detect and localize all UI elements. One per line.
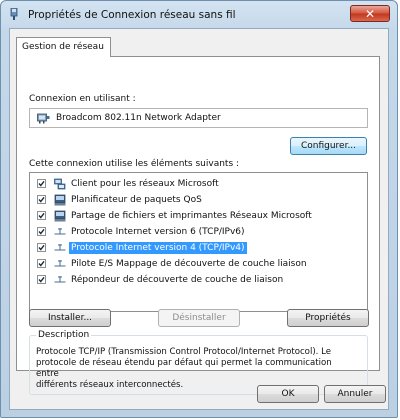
item-label: Protocole Internet version 6 (TCP/IPv6) (71, 227, 245, 237)
network-adapter-icon (8, 7, 20, 21)
item-label: Pilote E/S Mappage de découverte de couc… (71, 259, 307, 269)
components-list[interactable]: Client pour les réseaux Microsoft Planifi… (29, 172, 368, 312)
connect-using-label: Connexion en utilisant : (29, 94, 136, 104)
close-button[interactable]: ✕ (350, 5, 390, 22)
properties-button-label: Propriétés (305, 313, 351, 323)
list-item[interactable]: Planificateur de paquets QoS (31, 193, 366, 208)
network-adapter-icon (37, 112, 50, 124)
description-line: Protocole TCP/IP (Transmission Control P… (36, 347, 332, 357)
window-title: Propriétés de Connexion réseau sans fil (28, 9, 236, 21)
tab-panel: Connexion en utilisant : Broadcom 802.11… (16, 56, 380, 395)
adapter-display: Broadcom 802.11n Network Adapter (29, 108, 368, 128)
item-label: Partage de fichiers et imprimantes Résea… (71, 211, 312, 221)
close-icon: ✕ (364, 7, 376, 21)
properties-dialog: Propriétés de Connexion réseau sans fil … (0, 0, 398, 418)
dialog-client-area: Gestion de réseau Connexion en utilisant… (9, 28, 389, 410)
properties-button[interactable]: Propriétés (287, 309, 369, 327)
network-client-icon (54, 178, 66, 190)
cancel-button-label: Annuler (337, 389, 373, 399)
ok-button-label: OK (281, 389, 295, 399)
tab-gestion-de-reseau[interactable]: Gestion de réseau (16, 37, 111, 57)
item-label: Planificateur de paquets QoS (71, 195, 202, 205)
service-icon (54, 210, 66, 222)
item-checkbox[interactable] (37, 227, 46, 236)
list-item[interactable]: Protocole Internet version 4 (TCP/IPv4) (31, 241, 366, 256)
protocol-icon (54, 242, 66, 254)
list-item[interactable]: Répondeur de découverte de couche de lia… (31, 273, 366, 288)
list-item[interactable]: Protocole Internet version 6 (TCP/IPv6) (31, 225, 366, 240)
install-button[interactable]: Installer... (29, 309, 111, 327)
item-checkbox[interactable] (37, 195, 46, 204)
item-label: Client pour les réseaux Microsoft (71, 179, 219, 189)
cancel-button[interactable]: Annuler (324, 385, 386, 403)
uninstall-button-label: Désinstaller (172, 313, 226, 323)
item-label: Protocole Internet version 4 (TCP/IPv4) (69, 242, 247, 254)
protocol-icon (54, 258, 66, 270)
item-label: Répondeur de découverte de couche de lia… (71, 275, 284, 285)
list-item[interactable]: Partage de fichiers et imprimantes Résea… (31, 209, 366, 224)
service-icon (54, 194, 66, 206)
uninstall-button[interactable]: Désinstaller (158, 309, 240, 327)
title-bar[interactable]: Propriétés de Connexion réseau sans fil … (1, 1, 397, 28)
list-item[interactable]: Pilote E/S Mappage de découverte de couc… (31, 257, 366, 272)
item-checkbox[interactable] (37, 179, 46, 188)
protocol-icon (54, 274, 66, 286)
description-legend: Description (36, 330, 92, 340)
item-checkbox[interactable] (37, 275, 46, 284)
adapter-name: Broadcom 802.11n Network Adapter (56, 113, 221, 123)
protocol-icon (54, 226, 66, 238)
item-checkbox[interactable] (37, 259, 46, 268)
item-checkbox[interactable] (37, 243, 46, 252)
configure-button-label: Configurer... (300, 141, 357, 151)
tab-label: Gestion de réseau (22, 42, 104, 52)
item-checkbox[interactable] (37, 211, 46, 220)
list-item[interactable]: Client pour les réseaux Microsoft (31, 177, 366, 192)
configure-button[interactable]: Configurer... (290, 137, 367, 155)
description-line: protocole de réseau étendu par défaut qu… (36, 358, 332, 379)
install-button-label: Installer... (47, 313, 93, 323)
ok-button[interactable]: OK (257, 385, 319, 403)
items-section-label: Cette connexion utilise les éléments sui… (29, 159, 240, 169)
